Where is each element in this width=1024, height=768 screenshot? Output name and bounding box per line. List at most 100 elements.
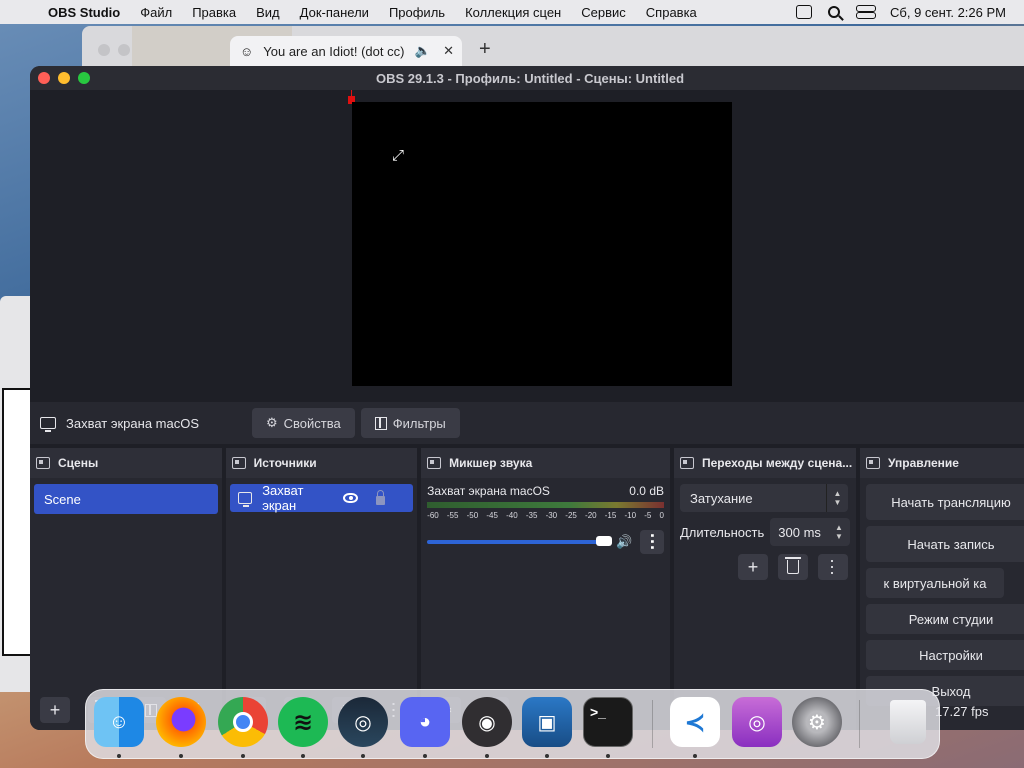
duration-label: Длительность	[680, 524, 765, 540]
lock-icon[interactable]	[376, 489, 386, 505]
menu-scene-collection[interactable]: Коллекция сцен	[465, 5, 561, 20]
virtual-camera-button[interactable]: к виртуальной ка	[866, 568, 1004, 598]
dock-float-icon[interactable]	[866, 457, 880, 469]
trash-icon[interactable]	[883, 697, 933, 747]
audio-mixer-dock: Микшер звука Захват экрана macOS 0.0 dB …	[421, 448, 670, 730]
menubar-clock[interactable]: Сб, 9 сент. 2:26 PM	[890, 5, 1006, 20]
transitions-header[interactable]: Переходы между сцена...	[674, 448, 856, 478]
terminal-icon[interactable]: >_	[583, 697, 633, 747]
tab-close-icon[interactable]: 🔈 ✕	[415, 43, 454, 59]
settings-button[interactable]: Настройки	[866, 640, 1024, 670]
spotlight-search-icon[interactable]	[828, 6, 841, 18]
browser-window-controls	[98, 44, 130, 56]
menu-profile[interactable]: Профиль	[389, 5, 445, 20]
source-item[interactable]: Захват экран	[229, 483, 414, 513]
volume-slider-handle[interactable]	[596, 536, 612, 546]
menu-view[interactable]: Вид	[256, 5, 280, 20]
dock-panels: Сцены Scene + ··· Источники Захват экран	[30, 448, 1024, 730]
scenes-dock-header[interactable]: Сцены	[30, 448, 222, 478]
finder-icon[interactable]: ☺	[94, 697, 144, 747]
resize-cursor-icon: ⤢	[392, 147, 405, 164]
preview-area[interactable]: ⤢	[30, 90, 1024, 410]
audio-playing-icon[interactable]: 🔈	[415, 43, 431, 58]
dock-float-icon[interactable]	[36, 457, 50, 469]
dock-float-icon[interactable]	[231, 457, 246, 469]
menu-edit[interactable]: Правка	[192, 5, 236, 20]
volume-slider[interactable]	[427, 536, 612, 546]
discord-icon[interactable]: ◕	[400, 697, 450, 747]
studio-mode-button[interactable]: Режим студии	[866, 604, 1024, 634]
chrome-icon[interactable]	[218, 697, 268, 747]
mixer-channel-name: Захват экрана macOS	[427, 484, 550, 498]
menu-bar: OBS Studio Файл Правка Вид Док-панели Пр…	[0, 0, 1024, 24]
source-context-bar: Захват экрана macOS ⚙ Свойства Фильтры	[30, 402, 1024, 444]
smiley-favicon-icon: ☺	[240, 43, 254, 59]
menu-tools[interactable]: Сервис	[581, 5, 626, 20]
stepper-icon[interactable]: ▲ ▼	[828, 518, 850, 546]
controls-header[interactable]: Управление	[860, 448, 1024, 478]
trash-icon	[785, 557, 801, 574]
scene-item[interactable]: Scene	[34, 484, 218, 514]
chevron-updown-icon: ▲ ▼	[826, 484, 848, 512]
monitor-icon	[40, 417, 56, 432]
context-source: Захват экрана macOS	[40, 415, 240, 432]
browser-tab[interactable]: ☺ You are an Idiot! (dot cc) 🔈 ✕	[230, 36, 462, 66]
app-menu[interactable]: OBS Studio	[48, 5, 120, 20]
macos-dock: ☺ ≋ ◎ ◕ ◉ ▣ >_ ≺ ◎ ⚙	[85, 689, 940, 759]
menu-help[interactable]: Справка	[646, 5, 697, 20]
duration-spinbox[interactable]: 300 ms ▲ ▼	[770, 518, 850, 546]
close-window-button[interactable]	[38, 72, 50, 84]
preview-canvas[interactable]	[352, 102, 732, 386]
controls-dock: Управление Начать трансляцию Начать запи…	[860, 448, 1024, 730]
add-transition-button[interactable]: +	[738, 554, 768, 580]
browser-tab-title: You are an Idiot! (dot cc)	[263, 43, 405, 59]
speaker-icon[interactable]: 🔊	[616, 534, 634, 550]
window-title: OBS 29.1.3 - Профиль: Untitled - Сцены: …	[375, 70, 685, 86]
control-center-icon[interactable]	[856, 5, 877, 19]
volume-meter	[427, 502, 664, 508]
gear-icon: ⚙	[266, 415, 278, 430]
podcasts-icon[interactable]: ◎	[732, 697, 782, 747]
mixer-channel-menu-button[interactable]: ···	[640, 530, 664, 554]
visibility-eye-icon[interactable]	[343, 493, 359, 503]
remove-transition-button[interactable]	[778, 554, 808, 580]
firefox-icon[interactable]	[156, 697, 206, 747]
duration-row: Длительность 300 ms ▲ ▼	[680, 518, 850, 546]
vscode-icon[interactable]: ≺	[670, 697, 720, 747]
system-settings-icon[interactable]: ⚙	[792, 697, 842, 747]
more-vertical-icon: ···	[823, 558, 843, 576]
transition-buttons: + ···	[738, 554, 856, 580]
virtualbox-icon[interactable]: ▣	[522, 697, 572, 747]
monitor-icon	[237, 492, 253, 507]
minimize-window-button[interactable]	[58, 72, 70, 84]
audio-mixer-header[interactable]: Микшер звука	[421, 448, 670, 478]
more-vertical-icon: ···	[642, 533, 662, 551]
screen-mirroring-icon[interactable]	[796, 5, 813, 19]
new-tab-button[interactable]: +	[479, 38, 491, 61]
mixer-channel: Захват экрана macOS 0.0 dB -60 -55 -50 -45…	[421, 478, 670, 554]
add-scene-button[interactable]: +	[40, 697, 70, 723]
dock-float-icon[interactable]	[680, 457, 694, 469]
steam-icon[interactable]: ◎	[338, 697, 388, 747]
menu-file[interactable]: Файл	[140, 5, 172, 20]
zoom-window-button[interactable]	[78, 72, 90, 84]
properties-button[interactable]: ⚙ Свойства	[252, 408, 355, 438]
spotify-icon[interactable]: ≋	[278, 697, 328, 747]
source-item-label: Захват экран	[262, 483, 304, 513]
filters-button[interactable]: Фильтры	[360, 408, 460, 438]
start-recording-button[interactable]: Начать запись	[866, 526, 1024, 562]
obs-icon[interactable]: ◉	[462, 697, 512, 747]
transition-select[interactable]: Затухание ▲ ▼	[680, 484, 848, 512]
obs-titlebar: OBS 29.1.3 - Профиль: Untitled - Сцены: …	[30, 66, 1024, 90]
scenes-dock: Сцены Scene + ···	[30, 448, 222, 730]
start-streaming-button[interactable]: Начать трансляцию	[866, 484, 1024, 520]
fps-status: 17.27 fps	[935, 704, 989, 719]
sources-dock: Источники Захват экран + ⚙ ···	[225, 448, 418, 730]
transitions-dock: Переходы между сцена... Затухание ▲ ▼ Дли…	[674, 448, 856, 730]
context-source-name: Захват экрана macOS	[66, 415, 199, 431]
sources-dock-header[interactable]: Источники	[225, 448, 418, 478]
menu-docks[interactable]: Док-панели	[300, 5, 369, 20]
dock-float-icon[interactable]	[427, 457, 442, 469]
transition-more-button[interactable]: ···	[818, 554, 848, 580]
window-controls	[38, 72, 90, 84]
